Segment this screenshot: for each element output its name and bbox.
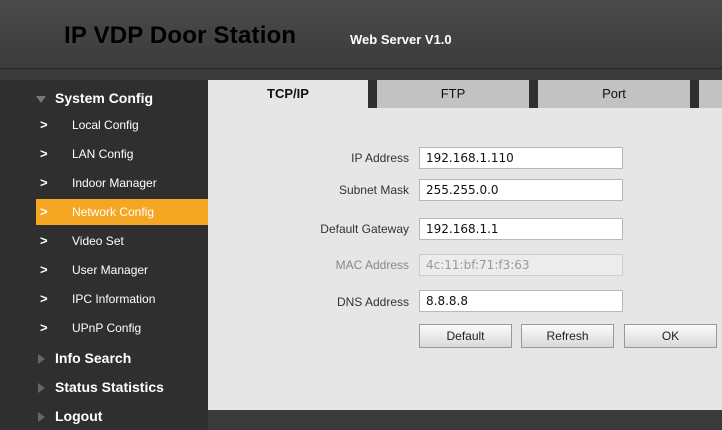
chevron-right-icon: > [40, 117, 48, 132]
default-gateway-label: Default Gateway [320, 222, 409, 236]
chevron-right-icon: > [40, 320, 48, 335]
tab-port[interactable]: Port [538, 80, 690, 108]
mac-address-input [419, 254, 623, 276]
ok-button[interactable]: OK [624, 324, 717, 348]
tab-more[interactable] [699, 80, 722, 108]
default-button[interactable]: Default [419, 324, 512, 348]
content-panel: TCP/IP FTP Port [208, 80, 722, 410]
ip-address-label: IP Address [351, 151, 409, 165]
tab-ftp[interactable]: FTP [377, 80, 529, 108]
dns-address-input[interactable] [419, 290, 623, 312]
tab-divider [529, 80, 538, 108]
header-bar: IP VDP Door Station Web Server V1.0 [0, 0, 722, 69]
sidebar-item-ipc-information[interactable]: > IPC Information [36, 286, 208, 312]
mac-address-label: MAC Address [335, 258, 409, 272]
triangle-down-icon [36, 96, 46, 103]
sidebar-section-label: Status Statistics [55, 379, 164, 395]
sidebar-item-upnp-config[interactable]: > UPnP Config [36, 315, 208, 341]
tab-divider [368, 80, 377, 108]
sidebar-item-label: Local Config [72, 118, 139, 132]
sidebar-item-video-set[interactable]: > Video Set [36, 228, 208, 254]
sidebar-item-label: LAN Config [72, 147, 134, 161]
chevron-right-icon: > [40, 175, 48, 190]
sidebar-item-network-config[interactable]: > Network Config [36, 199, 208, 225]
tab-divider [690, 80, 699, 108]
tab-tcp-ip[interactable]: TCP/IP [208, 80, 368, 108]
sidebar-section-logout[interactable]: Logout [0, 403, 208, 429]
chevron-right-icon: > [40, 204, 48, 219]
sidebar-section-label: Logout [55, 408, 103, 424]
sidebar-section-info-search[interactable]: Info Search [0, 345, 208, 371]
chevron-right-icon: > [40, 146, 48, 161]
refresh-button[interactable]: Refresh [521, 324, 614, 348]
default-gateway-input[interactable] [419, 218, 623, 240]
sidebar-item-user-manager[interactable]: > User Manager [36, 257, 208, 283]
sidebar-item-indoor-manager[interactable]: > Indoor Manager [36, 170, 208, 196]
sidebar-section-status-statistics[interactable]: Status Statistics [0, 374, 208, 400]
sidebar: System Config > Local Config > LAN Confi… [0, 80, 208, 430]
app-version: Web Server V1.0 [350, 32, 452, 47]
sidebar-item-lan-config[interactable]: > LAN Config [36, 141, 208, 167]
dns-address-label: DNS Address [336, 295, 409, 309]
sidebar-section-label: Info Search [55, 350, 132, 366]
sidebar-section-system-config[interactable]: System Config [0, 85, 208, 111]
ip-address-input[interactable] [419, 147, 623, 169]
chevron-right-icon: > [40, 233, 48, 248]
subnet-mask-label: Subnet Mask [338, 183, 409, 197]
sidebar-item-label: Network Config [72, 205, 155, 219]
triangle-right-icon [38, 354, 45, 364]
sidebar-item-label: IPC Information [72, 292, 156, 306]
triangle-right-icon [38, 383, 45, 393]
sidebar-item-label: UPnP Config [72, 321, 142, 335]
sidebar-item-label: Indoor Manager [72, 176, 157, 190]
sidebar-item-local-config[interactable]: > Local Config [36, 112, 208, 138]
sidebar-section-label: System Config [55, 90, 154, 106]
chevron-right-icon: > [40, 291, 48, 306]
sidebar-item-label: User Manager [72, 263, 149, 277]
subnet-mask-input[interactable] [419, 179, 623, 201]
sidebar-item-label: Video Set [72, 234, 124, 248]
triangle-right-icon [38, 412, 45, 422]
app-title: IP VDP Door Station [64, 22, 297, 49]
chevron-right-icon: > [40, 262, 48, 277]
